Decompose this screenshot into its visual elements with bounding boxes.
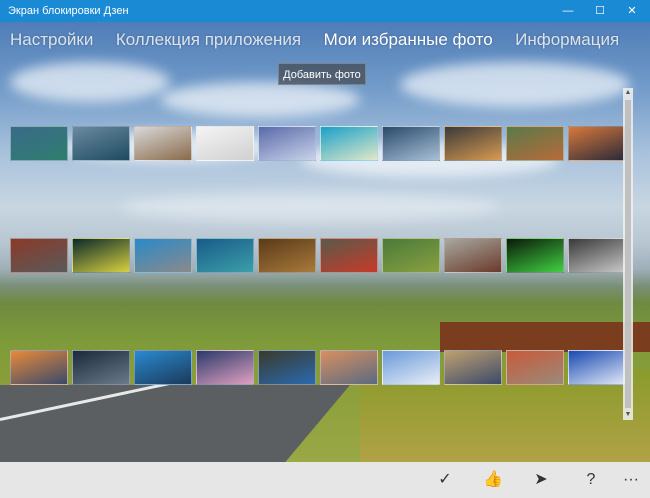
tab-app-collection[interactable]: Коллекция приложения — [116, 30, 301, 50]
photo-thumb-birch-forest[interactable] — [382, 126, 440, 161]
photo-thumb-cacti[interactable] — [382, 238, 440, 273]
minimize-button[interactable]: — — [552, 0, 584, 22]
check-icon[interactable]: ✓ — [430, 466, 460, 494]
photo-thumb-green-glow[interactable] — [506, 238, 564, 273]
help-icon[interactable]: ? — [576, 466, 606, 494]
maximize-button[interactable]: ☐ — [584, 0, 616, 22]
like-icon[interactable]: 👍 — [478, 466, 508, 494]
plowed-field — [440, 322, 650, 352]
photo-thumb-frozen-river[interactable] — [72, 126, 130, 161]
close-button[interactable]: ✕ — [616, 0, 648, 22]
app-window: Экран блокировки Дзен — ☐ ✕ Настройки Ко… — [0, 0, 650, 498]
photo-thumb-coastal-cliffs[interactable] — [10, 350, 68, 385]
photo-thumb-city-towers[interactable] — [134, 238, 192, 273]
tab-bar: Настройки Коллекция приложения Мои избра… — [10, 30, 637, 58]
photo-thumb-island-aerial[interactable] — [196, 238, 254, 273]
photo-thumb-tropical-lagoon[interactable] — [320, 126, 378, 161]
photo-thumb-desert-rock[interactable] — [444, 126, 502, 161]
photo-thumb-mountain-lake[interactable] — [134, 350, 192, 385]
photo-thumb-snow-peaks[interactable] — [382, 350, 440, 385]
photo-thumb-red-rocks[interactable] — [506, 350, 564, 385]
scrollbar-thumb[interactable] — [625, 100, 631, 408]
scroll-up-arrow-icon[interactable]: ▲ — [623, 88, 633, 98]
photo-thumb-stone-hall[interactable] — [258, 238, 316, 273]
scroll-down-arrow-icon[interactable]: ▼ — [623, 410, 633, 420]
photo-thumb-dark-clouds[interactable] — [72, 350, 130, 385]
window-title: Экран блокировки Дзен — [8, 5, 129, 17]
photo-thumb-mountain-sunset[interactable] — [196, 350, 254, 385]
photo-thumb-canyon[interactable] — [320, 350, 378, 385]
photo-thumb-red-flowers[interactable] — [10, 238, 68, 273]
photo-thumb-white-rabbits[interactable] — [196, 126, 254, 161]
photo-thumb-rooster[interactable] — [320, 238, 378, 273]
title-bar: Экран блокировки Дзен — ☐ ✕ — [0, 0, 650, 22]
more-icon[interactable]: ··· — [616, 466, 646, 494]
tab-settings[interactable]: Настройки — [10, 30, 93, 50]
tab-my-favorite-photos[interactable]: Мои избранные фото — [324, 30, 493, 50]
photo-thumb-fireflies-night[interactable] — [72, 238, 130, 273]
photo-thumb-desert-camp[interactable] — [444, 238, 502, 273]
photo-thumb-snowy-rocks[interactable] — [568, 238, 626, 273]
add-photo-button[interactable]: Добавить фото — [278, 63, 366, 85]
photo-thumb-sunset-cliff[interactable] — [568, 126, 626, 161]
photo-thumb-lake-mountains[interactable] — [10, 126, 68, 161]
photo-thumb-squirrel[interactable] — [506, 126, 564, 161]
photo-thumb-blue-mountains[interactable] — [568, 350, 626, 385]
bottom-app-bar: ✓ 👍 ➤ ? ··· — [0, 462, 650, 498]
photo-thumb-ice-crystals[interactable] — [258, 126, 316, 161]
photo-thumb-winter-deer[interactable] — [134, 126, 192, 161]
tab-info[interactable]: Информация — [515, 30, 619, 50]
photo-thumb-city-skyline[interactable] — [444, 350, 502, 385]
vertical-scrollbar[interactable]: ▲ ▼ — [623, 88, 633, 420]
send-icon[interactable]: ➤ — [526, 466, 556, 494]
photo-thumb-bus-sign[interactable] — [258, 350, 316, 385]
